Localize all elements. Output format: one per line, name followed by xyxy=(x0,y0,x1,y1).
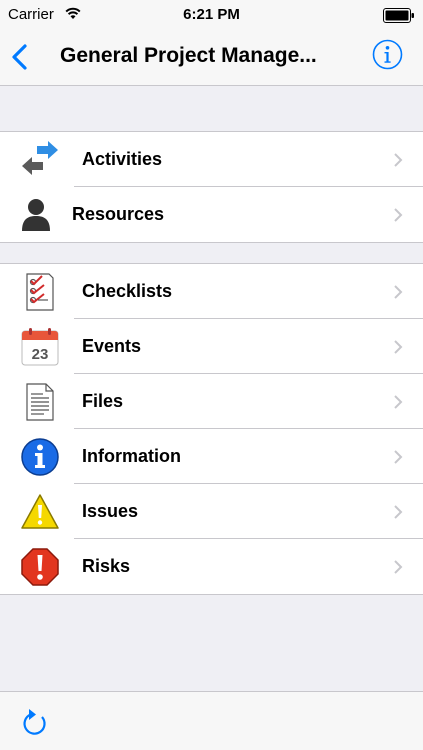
document-icon xyxy=(26,383,54,421)
navigation-bar: General Project Manage... xyxy=(0,30,423,86)
warning-icon xyxy=(21,494,59,529)
checklist-icon xyxy=(26,273,54,311)
calendar-day: 23 xyxy=(32,346,49,363)
stop-icon xyxy=(21,548,59,586)
list-item-label: Checklists xyxy=(82,281,173,301)
chevron-right-icon xyxy=(394,450,403,464)
list-item-label: Activities xyxy=(82,149,163,169)
refresh-icon[interactable] xyxy=(20,707,48,737)
list-item-issues[interactable]: Issues xyxy=(0,484,423,539)
list-item-activities[interactable]: Activities xyxy=(0,132,423,187)
list-item-label: Risks xyxy=(82,556,131,576)
section-general: Activities Resources xyxy=(0,131,423,243)
section-project-items: Checklists 23 Events Files Information I… xyxy=(0,263,423,595)
list-item-resources[interactable]: Resources xyxy=(0,187,423,242)
chevron-right-icon xyxy=(394,208,403,222)
chevron-right-icon xyxy=(394,285,403,299)
back-chevron-icon[interactable] xyxy=(8,42,32,72)
chevron-right-icon xyxy=(394,340,403,354)
page-title: General Project Manage... xyxy=(60,44,317,67)
activities-arrows-icon xyxy=(22,141,58,175)
battery-icon xyxy=(383,8,414,23)
list-item-label: Events xyxy=(82,336,142,356)
chevron-right-icon xyxy=(394,395,403,409)
calendar-icon: 23 xyxy=(21,328,59,366)
chevron-right-icon xyxy=(394,560,403,574)
list-item-label: Files xyxy=(82,391,124,411)
list-item-risks[interactable]: Risks xyxy=(0,539,423,594)
chevron-right-icon xyxy=(394,153,403,167)
list-item-label: Resources xyxy=(72,204,165,224)
list-item-label: Information xyxy=(82,446,181,466)
clock: 6:21 PM xyxy=(183,6,240,23)
list-item-files[interactable]: Files xyxy=(0,374,423,429)
chevron-right-icon xyxy=(394,505,403,519)
status-bar: Carrier 6:21 PM xyxy=(0,0,423,30)
info-button-icon[interactable] xyxy=(372,39,403,70)
information-icon xyxy=(21,438,59,476)
list-item-checklists[interactable]: Checklists xyxy=(0,264,423,319)
bottom-toolbar xyxy=(0,691,423,750)
list-item-events[interactable]: 23 Events xyxy=(0,319,423,374)
list-item-label: Issues xyxy=(82,501,139,521)
person-icon xyxy=(22,199,50,231)
list-item-information[interactable]: Information xyxy=(0,429,423,484)
